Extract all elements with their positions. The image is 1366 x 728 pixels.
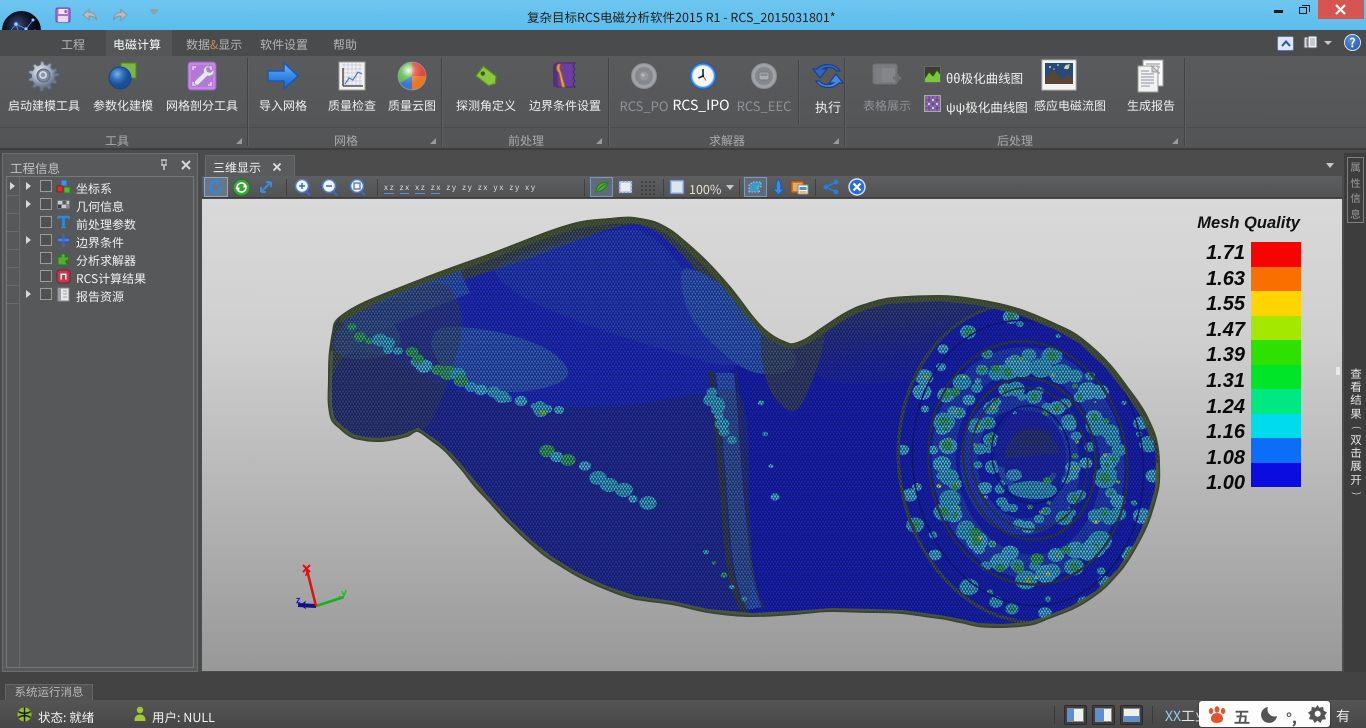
svg-text:z: z	[296, 593, 301, 606]
